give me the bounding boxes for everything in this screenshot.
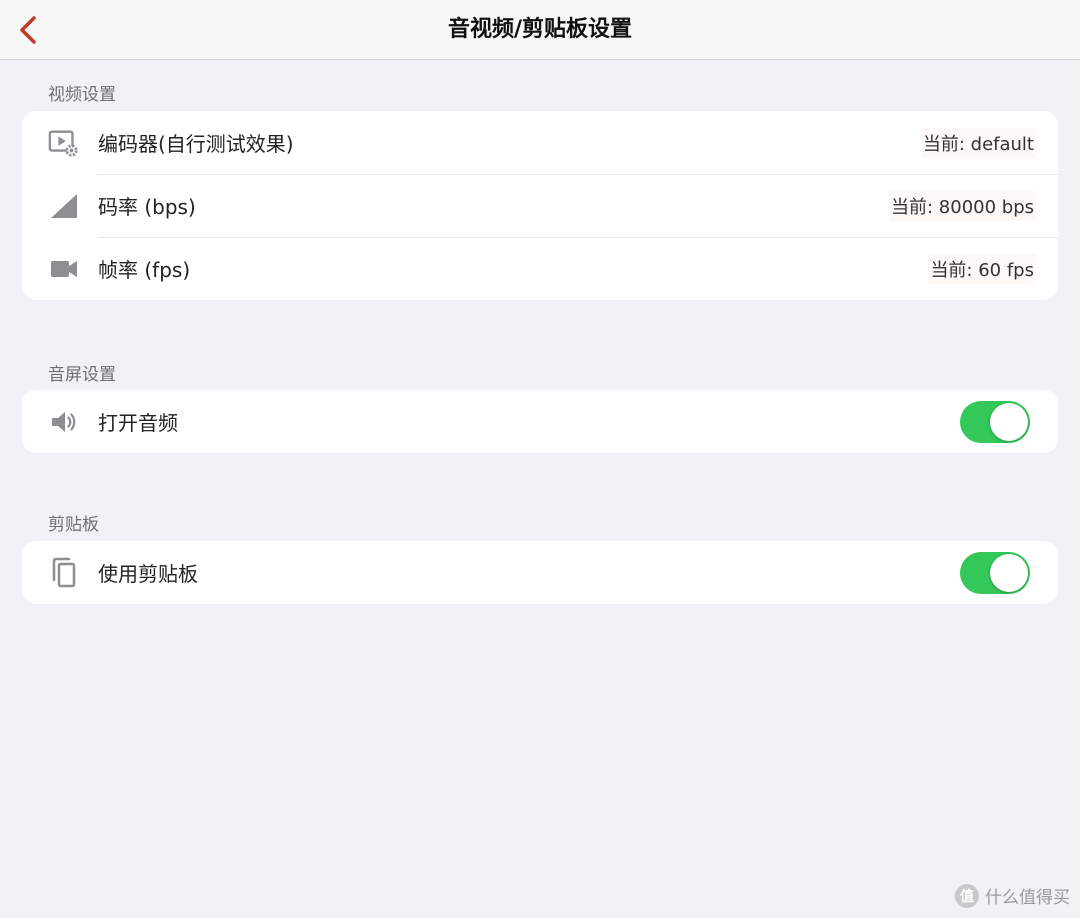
row-enable-audio: 打开音频	[22, 390, 1058, 453]
row-framerate[interactable]: 帧率 (fps) 当前: 60 fps	[22, 237, 1058, 300]
watermark: 值 什么值得买	[955, 883, 1070, 908]
video-settings-icon	[48, 127, 80, 159]
enable-audio-label: 打开音频	[98, 411, 178, 435]
encoder-label: 编码器(自行测试效果)	[98, 132, 294, 156]
row-encoder[interactable]: 编码器(自行测试效果) 当前: default	[22, 111, 1058, 174]
clipboard-settings-card: 使用剪贴板	[22, 541, 1058, 604]
signal-icon	[48, 190, 80, 222]
navigation-bar: 音视频/剪贴板设置	[0, 0, 1080, 60]
page-title: 音视频/剪贴板设置	[447, 17, 633, 42]
toggle-knob	[990, 553, 1028, 592]
video-camera-icon	[48, 253, 80, 285]
video-settings-card: 编码器(自行测试效果) 当前: default 码率 (bps) 当前: 800…	[22, 111, 1058, 300]
bitrate-value: 当前: 80000 bps	[889, 190, 1036, 221]
section-header-clipboard: 剪贴板	[48, 515, 99, 535]
enable-audio-toggle[interactable]	[960, 400, 1030, 443]
toggle-knob	[990, 402, 1028, 441]
watermark-logo-icon: 值	[955, 883, 979, 908]
watermark-text: 什么值得买	[985, 888, 1070, 908]
use-clipboard-label: 使用剪贴板	[98, 562, 198, 586]
audio-settings-card: 打开音频	[22, 390, 1058, 453]
section-header-audio: 音屏设置	[48, 365, 116, 385]
framerate-value: 当前: 60 fps	[928, 253, 1036, 284]
speaker-icon	[48, 406, 80, 438]
framerate-label: 帧率 (fps)	[98, 258, 191, 282]
copy-icon	[48, 557, 80, 589]
encoder-value: 当前: default	[920, 127, 1036, 158]
row-bitrate[interactable]: 码率 (bps) 当前: 80000 bps	[22, 174, 1058, 237]
row-use-clipboard: 使用剪贴板	[22, 541, 1058, 604]
section-header-video: 视频设置	[48, 85, 116, 105]
bitrate-label: 码率 (bps)	[98, 195, 196, 219]
use-clipboard-toggle[interactable]	[960, 551, 1030, 594]
